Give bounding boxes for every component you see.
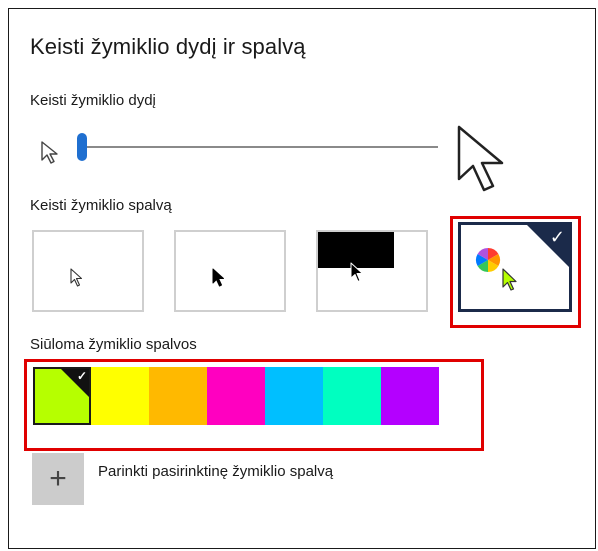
large-pointer-icon bbox=[457, 125, 504, 192]
add-custom-color-button[interactable]: + bbox=[32, 453, 84, 505]
small-pointer-icon bbox=[41, 141, 58, 164]
color-option-black[interactable] bbox=[174, 230, 286, 312]
suggested-colors-label: Siūloma žymiklio spalvos bbox=[30, 336, 197, 353]
custom-color-label: Parinkti pasirinktinę žymiklio spalvą bbox=[98, 463, 334, 480]
page-title: Keisti žymiklio dydį ir spalvą bbox=[30, 34, 306, 59]
size-label: Keisti žymiklio dydį bbox=[30, 92, 156, 109]
white-pointer-icon bbox=[70, 268, 83, 287]
black-pointer-icon bbox=[212, 268, 224, 287]
color-option-inverted[interactable] bbox=[316, 230, 428, 312]
color-label: Keisti žymiklio spalvą bbox=[30, 197, 172, 214]
size-slider-track[interactable] bbox=[82, 146, 438, 148]
inverted-pointer-icon bbox=[350, 262, 363, 282]
highlight-box-custom-color bbox=[450, 216, 581, 328]
highlight-box-suggested-colors bbox=[24, 359, 484, 451]
plus-icon: + bbox=[49, 462, 67, 495]
size-slider-thumb[interactable] bbox=[77, 133, 87, 161]
color-option-white[interactable] bbox=[32, 230, 144, 312]
